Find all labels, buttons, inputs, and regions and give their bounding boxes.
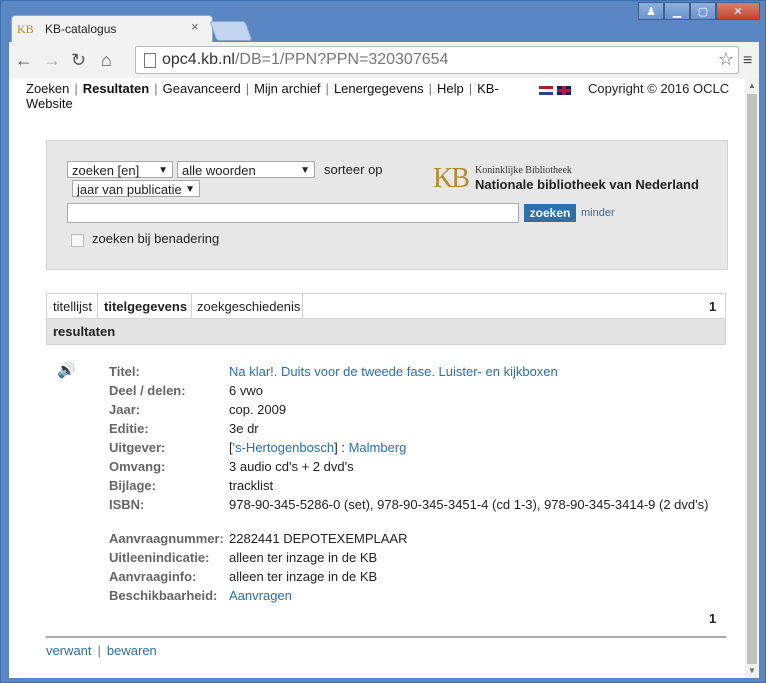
less-options-link[interactable]: minder — [581, 207, 615, 219]
page-number: 1 — [709, 299, 717, 314]
tab-titelgegevens[interactable]: titelgegevens — [104, 299, 187, 314]
browser-toolbar: ← → ↻ ⌂ opc4.kb.nl/DB=1/PPN?PPN=32030765… — [9, 42, 759, 79]
field-value-jaar: cop. 2009 — [229, 402, 287, 417]
bookmark-star-icon[interactable]: ☆ — [718, 49, 734, 70]
nav-help[interactable]: Help — [437, 81, 464, 96]
menu-icon[interactable]: ≡ — [743, 52, 752, 70]
back-arrow-icon[interactable]: ← — [15, 50, 33, 71]
scroll-thumb[interactable] — [747, 94, 757, 664]
field-value-omvang: 3 audio cd's + 2 dvd's — [229, 459, 354, 474]
scroll-down-icon[interactable]: ▼ — [748, 666, 756, 675]
field-label-aanvraagnummer: Aanvraagnummer: — [109, 531, 224, 546]
minimize-button[interactable]: ▁ — [664, 2, 690, 20]
field-label-uitgever: Uitgever: — [109, 440, 166, 455]
field-value-uitgever: ['s-Hertogenbosch] : Malmberg — [229, 440, 407, 455]
field-label-uitleenindicatie: Uitleenindicatie: — [109, 550, 210, 565]
related-link[interactable]: verwant — [46, 643, 92, 658]
user-icon[interactable]: ♟ — [638, 2, 664, 20]
title-link[interactable]: Na klar!. Duits voor de tweede fase. Lui… — [229, 364, 558, 379]
field-value-aanvraagnummer: 2282441 DEPOTEXEMPLAAR — [229, 531, 408, 546]
address-bar[interactable]: opc4.kb.nl/DB=1/PPN?PPN=320307654 ☆ — [135, 46, 739, 74]
reload-icon[interactable]: ↻ — [71, 50, 86, 71]
result-tabs: titellijst titelgegevens zoekgeschiedeni… — [46, 293, 726, 319]
browser-window: ♟ ▁ ▢ ✕ KB KB-catalogus × ← → ↻ ⌂ opc4.k… — [0, 0, 766, 683]
place-link[interactable]: 's-Hertogenbosch — [233, 440, 334, 455]
field-label-omvang: Omvang: — [109, 459, 166, 474]
new-tab-button[interactable] — [209, 21, 253, 41]
words-select[interactable]: alle woorden ▼ — [177, 161, 315, 178]
tab-title: KB-catalogus — [45, 22, 117, 36]
top-navigation: Zoeken | Resultaten | Geavanceerd | Mijn archi… — [26, 81, 499, 111]
field-value-editie: 3e dr — [229, 421, 259, 436]
english-flag-icon[interactable] — [557, 86, 571, 96]
forward-arrow-icon[interactable]: → — [43, 50, 61, 71]
field-label-titel: Titel: — [109, 364, 140, 379]
save-link[interactable]: bewaren — [107, 643, 157, 658]
publisher-link[interactable]: Malmberg — [349, 440, 407, 455]
close-window-button[interactable]: ✕ — [716, 2, 760, 20]
tab-titellijst[interactable]: titellijst — [53, 299, 92, 314]
kb-subtitle: Koninklijke Bibliotheek — [475, 165, 572, 176]
home-icon[interactable]: ⌂ — [101, 50, 112, 71]
kb-logo: KB — [433, 163, 470, 194]
field-value-aanvraaginfo: alleen ter inzage in de KB — [229, 569, 378, 584]
field-value-isbn: 978-90-345-5286-0 (set), 978-90-345-3451… — [229, 497, 709, 512]
page-icon — [144, 53, 156, 68]
field-value-bijlage: tracklist — [229, 478, 274, 493]
search-button[interactable]: zoeken — [524, 204, 576, 222]
speaker-icon: 🔊 — [57, 362, 76, 379]
sort-label: sorteer op — [324, 162, 383, 177]
nav-geavanceerd[interactable]: Geavanceerd — [163, 81, 241, 96]
tab-favicon: KB — [17, 22, 34, 36]
field-label-jaar: Jaar: — [109, 402, 141, 417]
request-link[interactable]: Aanvragen — [229, 588, 292, 603]
field-label-editie: Editie: — [109, 421, 149, 436]
nav-lenergegevens[interactable]: Lenergegevens — [334, 81, 424, 96]
copyright-text: Copyright © 2016 OCLC — [588, 81, 730, 96]
scope-select[interactable]: zoeken [en] ▼ — [67, 161, 173, 178]
nav-resultaten[interactable]: Resultaten — [83, 81, 149, 96]
vertical-scrollbar[interactable]: ▲ ▼ — [745, 78, 759, 678]
field-label-bijlage: Bijlage: — [109, 478, 156, 493]
scroll-up-icon[interactable]: ▲ — [748, 81, 756, 90]
page-viewport: Zoeken | Resultaten | Geavanceerd | Mijn archi… — [9, 78, 745, 678]
approx-checkbox[interactable] — [71, 234, 84, 247]
field-label-isbn: ISBN: — [109, 497, 145, 512]
footer-divider — [46, 636, 726, 638]
approx-label: zoeken bij benadering — [92, 231, 220, 246]
tab-close-icon[interactable]: × — [191, 19, 199, 34]
results-header: resultaten — [46, 319, 726, 345]
language-switch — [539, 82, 575, 97]
nav-mijn-archief[interactable]: Mijn archief — [254, 81, 320, 96]
nav-zoeken[interactable]: Zoeken — [26, 81, 69, 96]
tab-zoekgeschiedenis[interactable]: zoekgeschiedenis — [197, 299, 300, 314]
sort-select[interactable]: jaar van publicatie ▼ — [72, 180, 200, 197]
search-input[interactable] — [67, 203, 519, 223]
page-number-bottom: 1 — [709, 611, 717, 626]
footer-links: verwant | bewaren — [46, 643, 157, 658]
field-label-aanvraaginfo: Aanvraaginfo: — [109, 569, 197, 584]
dutch-flag-icon[interactable] — [539, 86, 553, 96]
field-value-uitleenindicatie: alleen ter inzage in de KB — [229, 550, 378, 565]
maximize-button[interactable]: ▢ — [690, 2, 716, 20]
field-label-deel: Deel / delen: — [109, 383, 186, 398]
url-text[interactable]: opc4.kb.nl/DB=1/PPN?PPN=320307654 — [162, 51, 448, 69]
field-value-deel: 6 vwo — [229, 383, 263, 398]
search-panel: zoeken [en] ▼ alle woorden ▼ sorteer op ja… — [46, 140, 728, 270]
window-controls: ♟ ▁ ▢ ✕ — [638, 2, 760, 22]
field-label-beschikbaarheid: Beschikbaarheid: — [109, 588, 218, 603]
kb-name: Nationale bibliotheek van Nederland — [475, 177, 699, 192]
